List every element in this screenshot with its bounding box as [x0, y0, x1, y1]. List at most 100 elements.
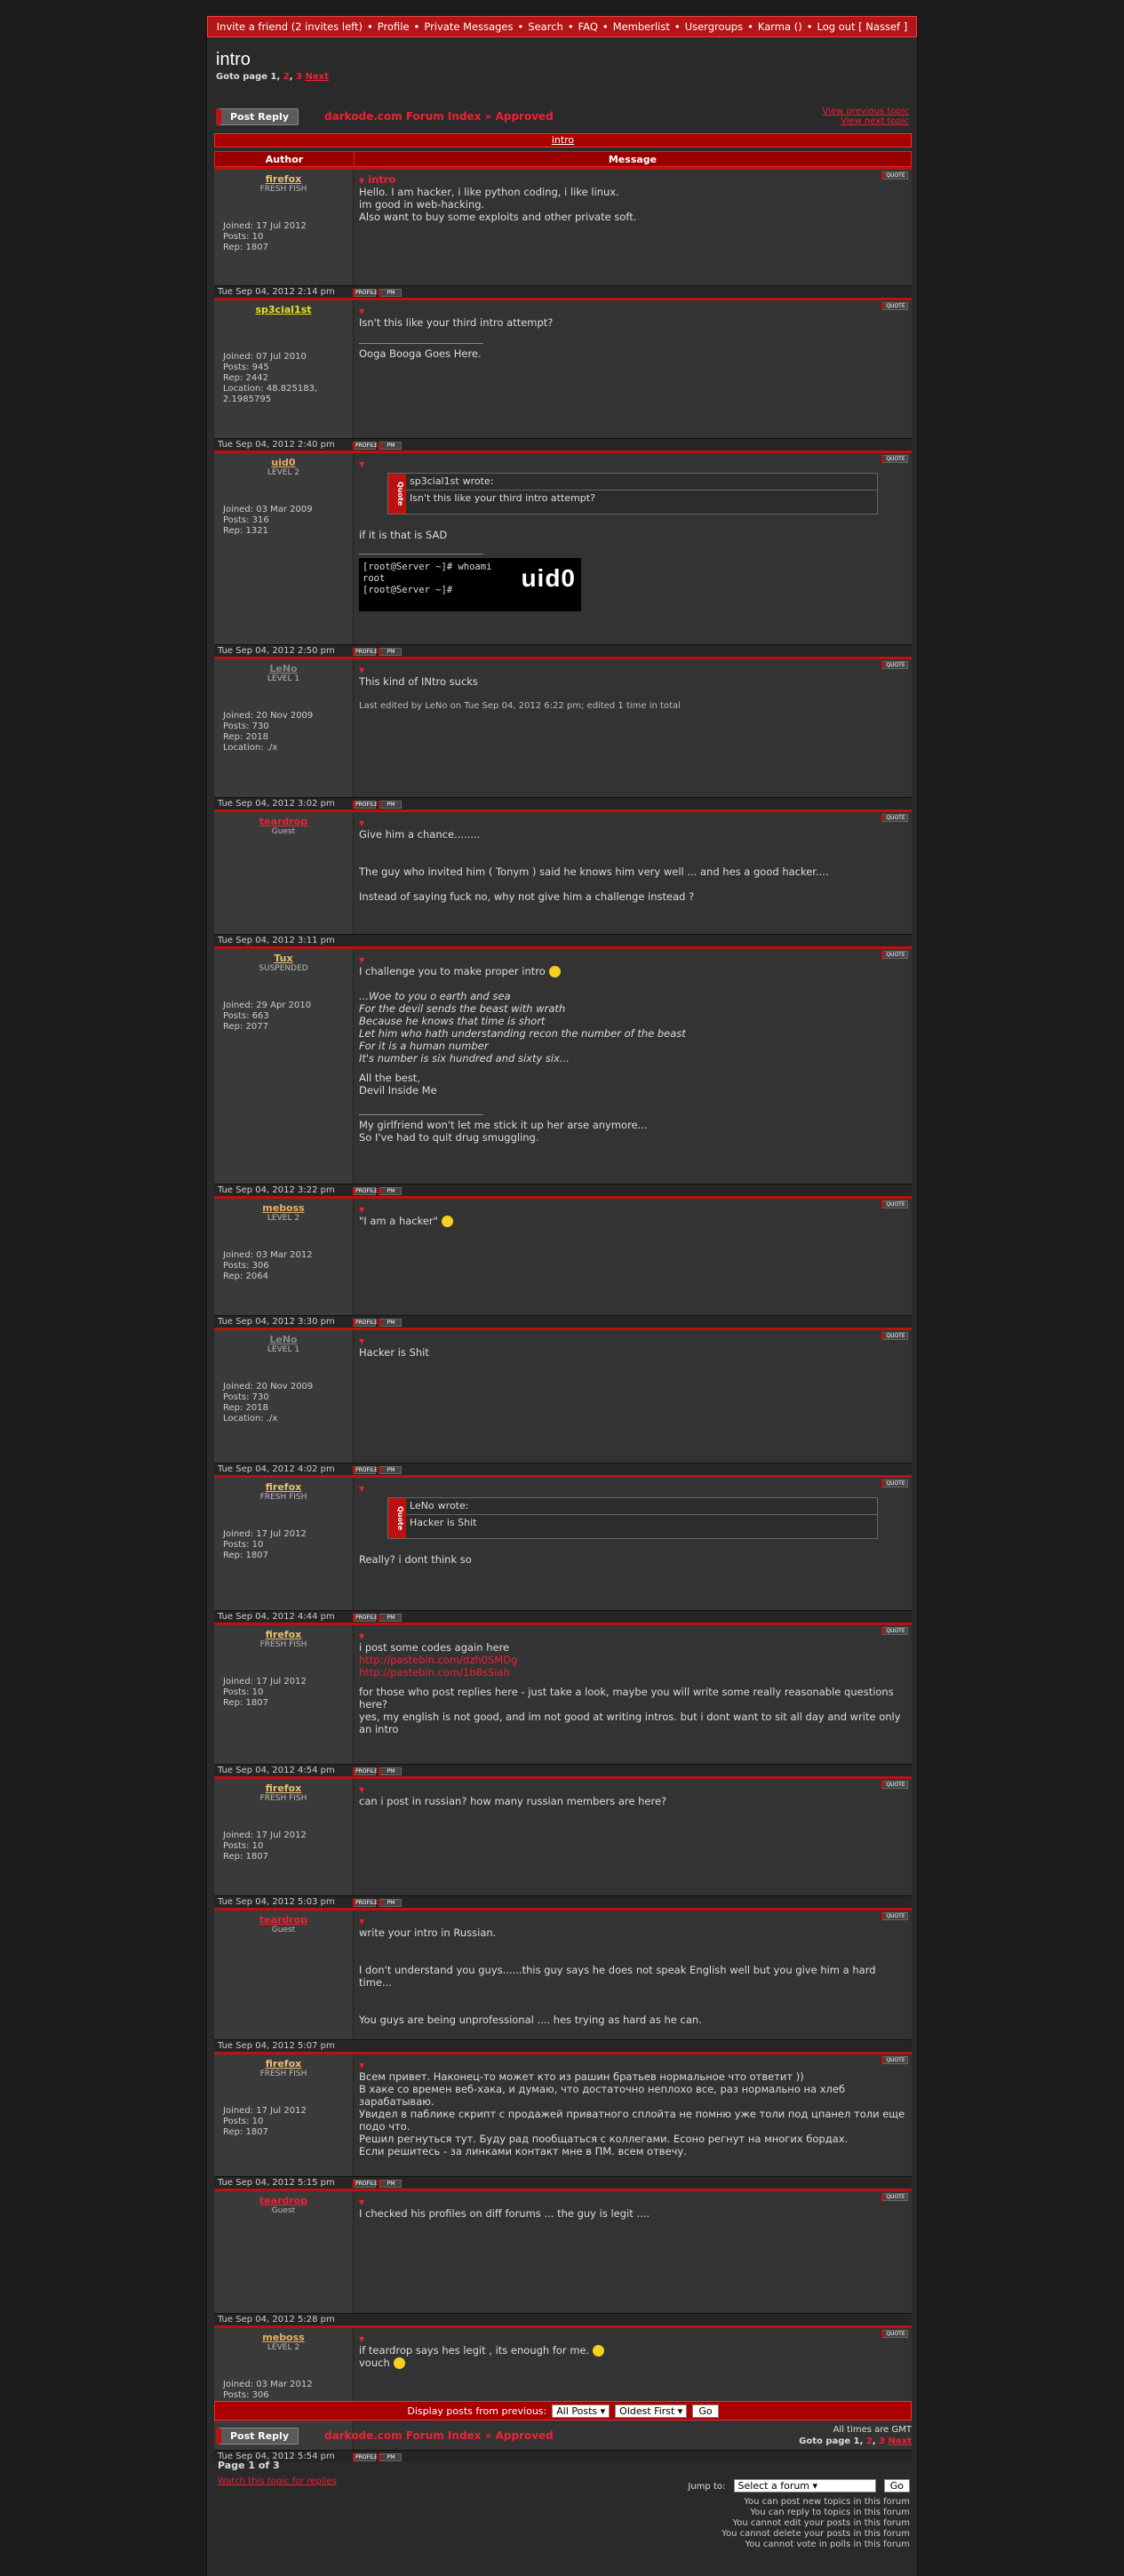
author-name[interactable]: meboss [219, 2332, 347, 2343]
quote-button[interactable]: QUOTE [881, 455, 908, 463]
author-name[interactable]: uid0 [219, 457, 347, 468]
topbar-link-6[interactable]: Usergroups [685, 20, 743, 33]
breadcrumb-approved-bottom[interactable]: Approved [496, 2429, 554, 2442]
topbar-link-7[interactable]: Karma () [758, 20, 802, 33]
pm-button[interactable]: PM [379, 442, 402, 450]
sort-order-select[interactable]: Oldest First ▾ [615, 2404, 688, 2418]
page-2-link-bottom[interactable]: 2 [866, 2436, 873, 2446]
quote-button[interactable]: QUOTE [881, 1781, 908, 1789]
view-previous-topic-link[interactable]: View previous topic [822, 107, 909, 116]
topbar-link-4[interactable]: FAQ [578, 20, 598, 33]
next-page-link[interactable]: Next [306, 72, 329, 82]
quote-button[interactable]: QUOTE [881, 661, 908, 669]
quote-button[interactable]: QUOTE [881, 1332, 908, 1340]
quote-button[interactable]: QUOTE [881, 1627, 908, 1635]
author-cell: firefox FRESH FISH Joined: 17 Jul 2012 Post… [214, 1478, 354, 1610]
post-arrow-icon: ▼ [359, 1485, 365, 1493]
topbar-link-2[interactable]: Private Messages [424, 20, 513, 33]
pm-button[interactable]: PM [379, 801, 402, 809]
author-name[interactable]: firefox [219, 1629, 347, 1640]
profile-button[interactable]: PROFILE [353, 801, 378, 809]
topbar-link-0[interactable]: Invite a friend (2 invites left) [217, 20, 363, 33]
author-name[interactable]: firefox [219, 1782, 347, 1794]
post-footer: Tue Sep 04, 2012 5:15 pm PROFILE PM [214, 2176, 912, 2189]
author-name[interactable]: firefox [219, 1481, 347, 1493]
author-name[interactable]: teardrop [219, 1914, 347, 1926]
author-name[interactable]: LeNo [219, 663, 347, 674]
quote-button[interactable]: QUOTE [881, 1479, 908, 1487]
jump-go-button[interactable]: Go [883, 2479, 910, 2492]
quote-button[interactable]: QUOTE [881, 2330, 908, 2338]
post-date: Tue Sep 04, 2012 5:15 pm [218, 2178, 335, 2188]
pm-button[interactable]: PM [379, 1466, 402, 1474]
profile-button[interactable]: PROFILE [353, 1187, 378, 1195]
topbar-link-3[interactable]: Search [528, 20, 563, 33]
post-text-line: if teardrop says hes legit , its enough … [359, 2344, 590, 2357]
author-cell: firefox FRESH FISH Joined: 17 Jul 2012 Post… [214, 1779, 354, 1895]
quote-button[interactable]: QUOTE [881, 951, 908, 959]
table-header: Author Message [214, 151, 912, 167]
profile-button[interactable]: PROFILE [353, 442, 378, 450]
breadcrumb-forum-index-bottom[interactable]: darkode.com Forum Index [324, 2429, 481, 2442]
pm-button[interactable]: PM [379, 1187, 402, 1195]
author-name[interactable]: meboss [219, 1202, 347, 1214]
view-next-topic-link[interactable]: View next topic [822, 116, 909, 126]
profile-button[interactable]: PROFILE [353, 1319, 378, 1327]
author-name[interactable]: firefox [219, 173, 347, 185]
author-name[interactable]: LeNo [219, 1334, 347, 1345]
profile-button[interactable]: PROFILE [353, 1767, 378, 1775]
profile-button[interactable]: PROFILE [353, 1466, 378, 1474]
sort-go-button[interactable]: Go [692, 2404, 719, 2418]
page-3-link-bottom[interactable]: 3 [879, 2436, 885, 2446]
author-cell: LeNo LEVEL 1 Joined: 20 Nov 2009 Posts: 730… [214, 659, 354, 797]
pastebin-link[interactable]: http://pastebin.com/1b8sSiah [359, 1666, 906, 1679]
author-name[interactable]: firefox [219, 2058, 347, 2070]
quote-button[interactable]: QUOTE [881, 2056, 908, 2064]
signature-line: Devil Inside Me [359, 1084, 437, 1097]
topbar-link-5[interactable]: Memberlist [613, 20, 670, 33]
author-name[interactable]: teardrop [219, 2195, 347, 2206]
author-name[interactable]: Tux [219, 953, 347, 964]
author-name[interactable]: teardrop [219, 816, 347, 827]
post-text-line [359, 1939, 906, 1951]
profile-button[interactable]: PROFILE [353, 2180, 378, 2188]
next-page-link-bottom[interactable]: Next [889, 2436, 912, 2446]
quote-button[interactable]: QUOTE [881, 1912, 908, 1920]
author-name[interactable]: sp3cial1st [219, 304, 347, 315]
breadcrumb-forum-index[interactable]: darkode.com Forum Index [324, 110, 481, 123]
post-text-line: Увидел в паблике скрипт с продажей прива… [359, 2108, 905, 2133]
pm-button[interactable]: PM [379, 1767, 402, 1775]
quote-button[interactable]: QUOTE [881, 302, 908, 310]
page-2-link[interactable]: 2 [283, 72, 290, 82]
pm-button[interactable]: PM [379, 1899, 402, 1907]
profile-button[interactable]: PROFILE [353, 1899, 378, 1907]
quote-box: Quote LeNo wrote: Hacker is Shit [387, 1497, 878, 1539]
topbar-link-1[interactable]: Profile [378, 20, 410, 33]
pastebin-link[interactable]: http://pastebin.com/dzh0SMDg [359, 1654, 906, 1666]
quote-button[interactable]: QUOTE [881, 814, 908, 822]
topic-title-link[interactable]: intro [552, 134, 574, 146]
pm-button[interactable]: PM [379, 1319, 402, 1327]
pm-button[interactable]: PM [379, 1614, 402, 1622]
profile-button[interactable]: PROFILE [353, 289, 378, 297]
profile-button[interactable]: PROFILE [353, 648, 378, 656]
post-reply-button[interactable]: Post Reply [216, 108, 299, 125]
page-3-link[interactable]: 3 [296, 72, 302, 82]
quote-button[interactable]: QUOTE [881, 2193, 908, 2201]
posts-range-select[interactable]: All Posts ▾ [552, 2404, 610, 2418]
profile-button[interactable]: PROFILE [353, 1614, 378, 1622]
quote-button[interactable]: QUOTE [881, 171, 908, 179]
quote-button[interactable]: QUOTE [881, 1200, 908, 1208]
pm-button[interactable]: PM [379, 2180, 402, 2188]
display-posts-label: Display posts from previous: [407, 2405, 547, 2417]
topbar-link-8[interactable]: Log out [ Nassef ] [817, 20, 907, 33]
pm-button[interactable]: PM [379, 289, 402, 297]
pm-button[interactable]: PM [379, 648, 402, 656]
post-arrow-icon: ▼ [359, 1918, 365, 1926]
breadcrumb-approved[interactable]: Approved [496, 110, 554, 123]
jump-forum-select[interactable]: Select a forum ▾ [733, 2479, 876, 2492]
post-reply-button-bottom[interactable]: Post Reply [216, 2428, 299, 2444]
post-text-line: Всем привет. Наконец-то может кто из раш… [359, 2070, 804, 2083]
author-stat: 2.1985795 [223, 395, 272, 404]
bottom-nav-row: Post Reply darkode.com Forum Index » App… [214, 2424, 912, 2460]
